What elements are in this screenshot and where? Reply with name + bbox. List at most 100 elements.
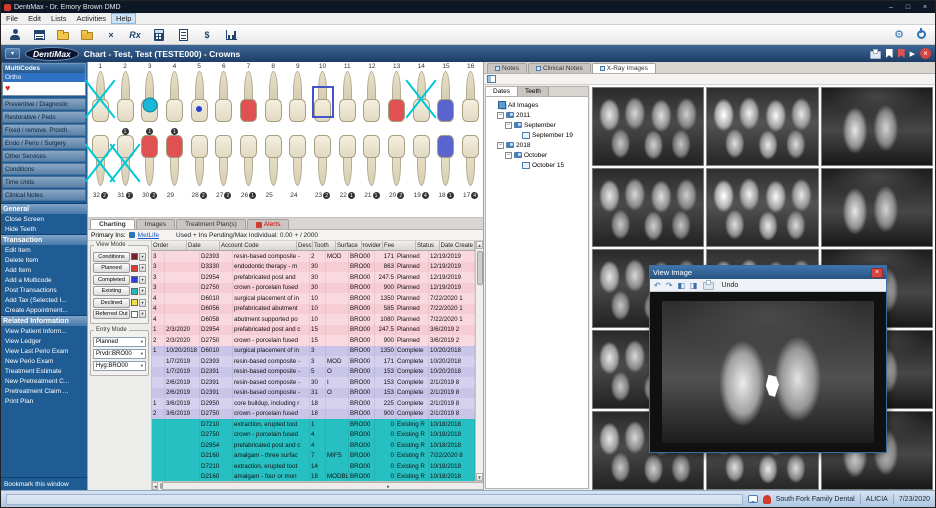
chevron-down-icon[interactable]: ▾ (139, 253, 146, 261)
reports-icon[interactable] (223, 27, 239, 42)
flip-horizontal-icon[interactable]: ◧ (677, 281, 685, 290)
column-header[interactable]: Fee (383, 241, 416, 250)
horizontal-scrollbar[interactable]: ◄ ► (152, 481, 483, 490)
bookmark-icon[interactable] (886, 49, 893, 58)
column-header[interactable]: Account Code (220, 241, 297, 250)
scroll-down-icon[interactable]: ▼ (476, 473, 483, 481)
play-icon[interactable]: ▶ (910, 50, 915, 58)
sidebar-link[interactable]: Add a Multicode (1, 275, 87, 285)
color-swatch[interactable] (131, 276, 138, 283)
undo-icon[interactable]: ↶ (654, 281, 661, 290)
tree-item[interactable]: All Images (487, 100, 587, 110)
tooth[interactable]: 5 (187, 63, 212, 135)
column-header[interactable]: Status (416, 241, 440, 250)
tooth[interactable]: 30 2 (137, 135, 162, 200)
tooth[interactable]: 3 1 (137, 63, 162, 135)
billing-icon[interactable]: $ (199, 27, 215, 42)
color-swatch[interactable] (131, 288, 138, 295)
xray-thumbnail[interactable] (592, 168, 704, 247)
sidebar-link[interactable]: Hide Teeth (1, 224, 87, 234)
category-button[interactable]: Other Services (2, 150, 86, 162)
tooth[interactable]: 24 (286, 135, 311, 200)
tooth[interactable]: 12 (360, 63, 385, 135)
sidebar-link[interactable]: Print Plan (1, 396, 87, 406)
tooth[interactable]: 27 2 (211, 135, 236, 200)
tooth[interactable]: 23 2 (310, 135, 335, 200)
table-row[interactable]: D2750 crown - porcelain fused 4 BRO00 0 … (152, 430, 475, 441)
tooth[interactable]: 17 4 (458, 135, 483, 200)
sidebar-link[interactable]: Pretreatment Claim ... (1, 386, 87, 396)
color-swatch[interactable] (131, 253, 138, 260)
category-button[interactable]: Endo / Perio / Surgery (2, 137, 86, 149)
table-row[interactable]: 2 2/3/2020 D2750 crown - porcelain fused… (152, 335, 475, 346)
menu-item[interactable]: File (1, 13, 23, 24)
folder-icon[interactable] (55, 27, 71, 42)
tree-item[interactable]: October 15 (487, 160, 587, 170)
category-button[interactable]: Clinical Notes (2, 189, 86, 201)
table-row[interactable]: 3 D2954 prefabricated post and 30 BRO00 … (152, 272, 475, 283)
table-row[interactable]: 2/6/2019 D2391 resin-based composite - 3… (152, 377, 475, 388)
provider-select[interactable]: Prvdr:BRO00 ▾ (93, 349, 146, 359)
sidebar-link[interactable]: New Pretreatment C... (1, 376, 87, 386)
claims-icon[interactable] (175, 27, 191, 42)
table-row[interactable]: 1/7/2019 D2391 resin-based composite - 5… (152, 367, 475, 378)
power-icon[interactable] (913, 27, 929, 42)
column-header[interactable]: Tooth (313, 241, 336, 250)
chevron-down-icon[interactable]: ▾ (139, 287, 146, 295)
category-button[interactable]: Restorative / Peds (2, 111, 86, 123)
menu-item[interactable]: Edit (23, 13, 46, 24)
color-swatch[interactable] (131, 265, 138, 272)
sidebar-link[interactable]: Edit Item (1, 245, 87, 255)
view-mode-toggle[interactable]: Declined (93, 298, 130, 308)
flip-vertical-icon[interactable]: ◨ (690, 281, 698, 290)
tab-xray-images[interactable]: X-Ray Images (592, 63, 656, 73)
tooth[interactable]: 13 (384, 63, 409, 135)
sidebar-link[interactable]: View Ledger (1, 336, 87, 346)
sidebar-link[interactable]: Create Appointment... (1, 305, 87, 315)
scroll-left-icon[interactable]: ◄ (152, 482, 158, 490)
bookmark-window-link[interactable]: Bookmark this window (1, 477, 87, 490)
column-header[interactable]: Provider (362, 241, 383, 250)
chevron-down-icon[interactable]: ▾ (139, 264, 146, 272)
xray-thumbnail[interactable] (821, 168, 933, 247)
table-row[interactable]: 3 D2393 resin-based composite - 2 MOD BR… (152, 251, 475, 262)
menu-item[interactable]: Help (111, 13, 136, 24)
tree-item[interactable]: − 2018 (487, 140, 587, 150)
tab-dates[interactable]: Dates (486, 87, 518, 96)
tooth[interactable]: 14 (409, 63, 434, 135)
entry-mode-select[interactable]: Planned ▾ (93, 337, 146, 347)
table-row[interactable]: 2 3/6/2019 D2750 crown - porcelain fused… (152, 409, 475, 420)
table-row[interactable]: 2/6/2019 D2391 resin-based composite - 3… (152, 388, 475, 399)
vertical-scrollbar[interactable]: ▲ ▼ (475, 241, 483, 481)
column-header[interactable]: Order (152, 241, 187, 250)
table-row[interactable]: 1 3/6/2019 D2950 core buildup, including… (152, 398, 475, 409)
hygienist-select[interactable]: Hyg:BRO00 ▾ (93, 361, 146, 371)
table-row[interactable]: 3 D2750 crown - porcelain fused 30 BRO00… (152, 283, 475, 294)
sidebar-item-ortho[interactable]: Ortho (3, 73, 85, 82)
schedule-icon[interactable] (31, 27, 47, 42)
color-swatch[interactable] (131, 311, 138, 318)
view-mode-toggle[interactable]: Planned (93, 263, 130, 273)
extraction-tools-icon[interactable]: × (103, 27, 119, 42)
sidebar-link[interactable]: Post Transactions (1, 285, 87, 295)
tooth[interactable]: 20 2 (384, 135, 409, 200)
sidebar-link[interactable]: Add Item (1, 265, 87, 275)
chat-icon[interactable] (748, 495, 758, 503)
tooth[interactable]: 25 (261, 135, 286, 200)
chevron-down-icon[interactable]: ▾ (139, 299, 146, 307)
xray-viewer[interactable] (650, 292, 886, 452)
tooth[interactable]: 19 4 (409, 135, 434, 200)
tab-alerts[interactable]: Alerts (247, 219, 290, 229)
view-mode-toggle[interactable]: Completed (93, 275, 130, 285)
tooth[interactable]: 16 (458, 63, 483, 135)
tooth[interactable]: 32 2 (88, 135, 113, 200)
chevron-down-icon[interactable]: ▾ (5, 48, 20, 59)
sidebar-link[interactable]: Close Screen (1, 214, 87, 224)
category-button[interactable]: Fixed / remove. Prosth. (2, 124, 86, 136)
tooth[interactable]: 1 (88, 63, 113, 135)
chevron-down-icon[interactable]: ▾ (139, 276, 146, 284)
print-icon[interactable] (703, 282, 714, 290)
tooth[interactable]: 8 (261, 63, 286, 135)
tab-teeth[interactable]: Teeth (518, 87, 549, 96)
xray-thumbnail[interactable] (821, 87, 933, 166)
